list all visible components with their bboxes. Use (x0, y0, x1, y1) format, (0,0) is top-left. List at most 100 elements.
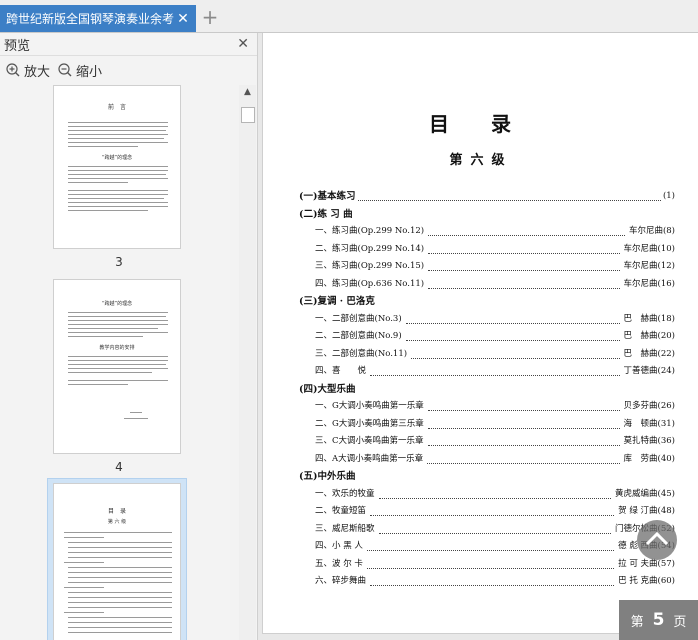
toc-item[interactable]: 六、碎步舞曲 巴 托 克曲(60) (299, 573, 675, 591)
preview-pane: 预览 ✕ 放大 缩小 前 言 “跨越”的理念 3 “跨越”的理念 教学内容的安排… (0, 33, 258, 640)
zoom-in-icon (6, 63, 20, 77)
toc-item-author: 车尔尼曲(12) (621, 258, 675, 276)
zoom-out-button[interactable]: 缩小 (58, 61, 102, 80)
toc-item-title: 二、牧童短笛 (315, 503, 369, 521)
toc-item-author: 莫扎特曲(36) (621, 433, 675, 451)
preview-header: 预览 ✕ (0, 33, 257, 56)
page-subtitle: 第六级 (449, 153, 513, 168)
page-title: 目录 (429, 112, 553, 136)
zoom-out-label: 缩小 (76, 64, 103, 80)
toc-item-title: 二、G大调小奏鸣曲第三乐章 (315, 415, 426, 433)
toc-section-title: (五)中外乐曲 (299, 471, 356, 482)
toc-item-title: 三、二部创意曲(No.11) (315, 345, 410, 363)
toc-item-author: 车尔尼曲(8) (626, 223, 675, 241)
thumbnail-subheading: “跨越”的理念 (101, 155, 133, 161)
toc-item-author: 巴 赫曲(22) (621, 345, 675, 363)
toc-item[interactable]: 三、二部创意曲(No.11) 巴 赫曲(22) (299, 345, 675, 363)
toc-item-author: 丁善德曲(24) (621, 363, 675, 381)
chevron-up-icon (645, 531, 669, 546)
toc-item-author: 巴 托 克曲(60) (616, 573, 675, 591)
toc-item[interactable]: 四、喜 悦 丁善德曲(24) (299, 363, 675, 381)
toc-item-author: 库 劳曲(40) (621, 450, 675, 468)
tab-title: 跨世纪新版全国钢琴演奏业余考 (6, 12, 174, 26)
toc-item-title: 一、G大调小奏鸣曲第一乐章 (315, 398, 426, 416)
toc-item-title: 四、练习曲(Op.636 No.11) (315, 275, 427, 293)
toc-item[interactable]: 三、威尼斯船歌门德尔松曲(52) (299, 520, 675, 538)
toc-item-title: 四、喜 悦 (315, 363, 369, 381)
toc-item[interactable]: 三、C大调小奏鸣曲第一乐章 莫扎特曲(36) (299, 433, 675, 451)
toc-item-title: 三、练习曲(Op.299 No.15) (315, 258, 427, 276)
toc-item[interactable]: 一、练习曲(Op.299 No.12) 车尔尼曲(8) (299, 223, 675, 241)
toc-item-author: 车尔尼曲(16) (621, 275, 675, 293)
toc-item[interactable]: 二、G大调小奏鸣曲第三乐章 海 顿曲(31) (299, 415, 675, 433)
tab-bar: 跨世纪新版全国钢琴演奏业余考 ✕ + (0, 0, 698, 33)
toc-item-title: 一、二部创意曲(No.3) (315, 310, 404, 328)
toc-section-page: (1) (662, 191, 675, 201)
zoom-toolbar: 放大 缩小 (0, 56, 257, 84)
toc-item[interactable]: 二、牧童短笛 贺 绿 汀曲(48) (299, 503, 675, 521)
toc-section: (一)基本练习 (1) (299, 188, 675, 206)
page-thumbnail-5[interactable]: 目 录 第 六 级 (53, 483, 181, 640)
page-indicator-number: 5 (652, 610, 665, 630)
toc-item-author: 车尔尼曲(10) (621, 240, 675, 258)
preview-close-icon[interactable]: ✕ (237, 36, 249, 52)
toc-item-author: 巴 赫曲(18) (621, 310, 675, 328)
toc-item[interactable]: 一、G大调小奏鸣曲第一乐章 贝多芬曲(26) (299, 398, 675, 416)
page-indicator-suffix: 页 (673, 614, 687, 630)
thumbnail-list: 前 言 “跨越”的理念 3 “跨越”的理念 教学内容的安排 4 目 录 第 六 … (0, 85, 238, 640)
document-view: 目录 第六级 (一)基本练习 (1) (二)练 习 曲 一、练习曲(Op.299… (258, 33, 698, 640)
toc-item[interactable]: 三、练习曲(Op.299 No.15) 车尔尼曲(12) (299, 258, 675, 276)
document-page: 目录 第六级 (一)基本练习 (1) (二)练 习 曲 一、练习曲(Op.299… (262, 33, 698, 634)
toc-item[interactable]: 五、波 尔 卡拉 可 夫曲(57) (299, 555, 675, 573)
toc-item-title: 三、C大调小奏鸣曲第一乐章 (315, 433, 426, 451)
preview-scrollbar[interactable]: ▲ (239, 85, 256, 640)
thumbnail-label: 3 (115, 255, 123, 269)
thumbnail-heading: “跨越”的理念 (101, 301, 133, 307)
toc-section-title: (四)大型乐曲 (299, 383, 356, 395)
document-tab[interactable]: 跨世纪新版全国钢琴演奏业余考 ✕ (0, 5, 196, 32)
toc-item-title: 二、练习曲(Op.299 No.14) (315, 240, 427, 258)
toc-item[interactable]: 一、二部创意曲(No.3) 巴 赫曲(18) (299, 310, 675, 328)
toc-item-title: 三、威尼斯船歌 (315, 520, 377, 538)
toc-item-author: 巴 赫曲(20) (621, 328, 675, 346)
toc-item[interactable]: 四、练习曲(Op.636 No.11) 车尔尼曲(16) (299, 275, 675, 293)
toc-item-title: 一、欢乐的牧童 (315, 485, 377, 503)
tab-close-icon[interactable]: ✕ (174, 11, 192, 27)
page-indicator-prefix: 第 (630, 614, 644, 630)
table-of-contents: (一)基本练习 (1) (二)练 习 曲 一、练习曲(Op.299 No.12)… (299, 188, 675, 591)
toc-item-title: 四、A大调小奏鸣曲第一乐章 (315, 450, 426, 468)
page-thumbnail-3[interactable]: 前 言 “跨越”的理念 (53, 85, 181, 249)
preview-title: 预览 (4, 38, 31, 54)
toc-item[interactable]: 二、练习曲(Op.299 No.14) 车尔尼曲(10) (299, 240, 675, 258)
thumbnail-subheading: 教学内容的安排 (99, 345, 135, 351)
scroll-up-icon[interactable]: ▲ (239, 85, 256, 99)
toc-item-title: 二、二部创意曲(No.9) (315, 328, 404, 346)
thumbnail-heading: 前 言 (107, 104, 126, 111)
toc-item-author: 海 顿曲(31) (621, 415, 675, 433)
zoom-out-icon (58, 63, 72, 77)
thumbnail-label: 4 (115, 460, 123, 474)
toc-item[interactable]: 一、欢乐的牧童 黄虎威编曲(45) (299, 485, 675, 503)
toc-item-title: 四、小 黑 人 (315, 538, 365, 556)
scrollbar-thumb[interactable] (241, 107, 255, 123)
new-tab-icon[interactable]: + (200, 6, 220, 28)
thumbnail-heading: 目 录 (107, 508, 126, 515)
toc-section-title: (二)练 习 曲 (299, 208, 353, 220)
toc-item[interactable]: 四、小 黑 人德 彪 西曲(54) (299, 538, 675, 556)
toc-item[interactable]: 四、A大调小奏鸣曲第一乐章 库 劳曲(40) (299, 450, 675, 468)
page-thumbnail-4[interactable]: “跨越”的理念 教学内容的安排 (53, 279, 181, 454)
toc-item-author: 黄虎威编曲(45) (613, 485, 675, 503)
toc-section-title: (一)基本练习 (299, 191, 356, 202)
thumbnail-subheading: 第 六 级 (107, 519, 127, 525)
page-indicator: 第 5 页 (619, 600, 698, 640)
toc-item-title: 六、碎步舞曲 (315, 573, 369, 591)
toc-item-author: 贺 绿 汀曲(48) (616, 503, 675, 521)
toc-section-title: (三)复调 · 巴洛克 (299, 296, 375, 307)
zoom-in-button[interactable]: 放大 (6, 61, 50, 80)
toc-item[interactable]: 二、二部创意曲(No.9) 巴 赫曲(20) (299, 328, 675, 346)
toc-item-title: 一、练习曲(Op.299 No.12) (315, 223, 427, 241)
toc-item-title: 五、波 尔 卡 (315, 555, 365, 573)
zoom-in-label: 放大 (24, 64, 51, 80)
toc-item-author: 贝多芬曲(26) (621, 398, 675, 416)
scroll-to-top-button[interactable] (637, 520, 677, 560)
